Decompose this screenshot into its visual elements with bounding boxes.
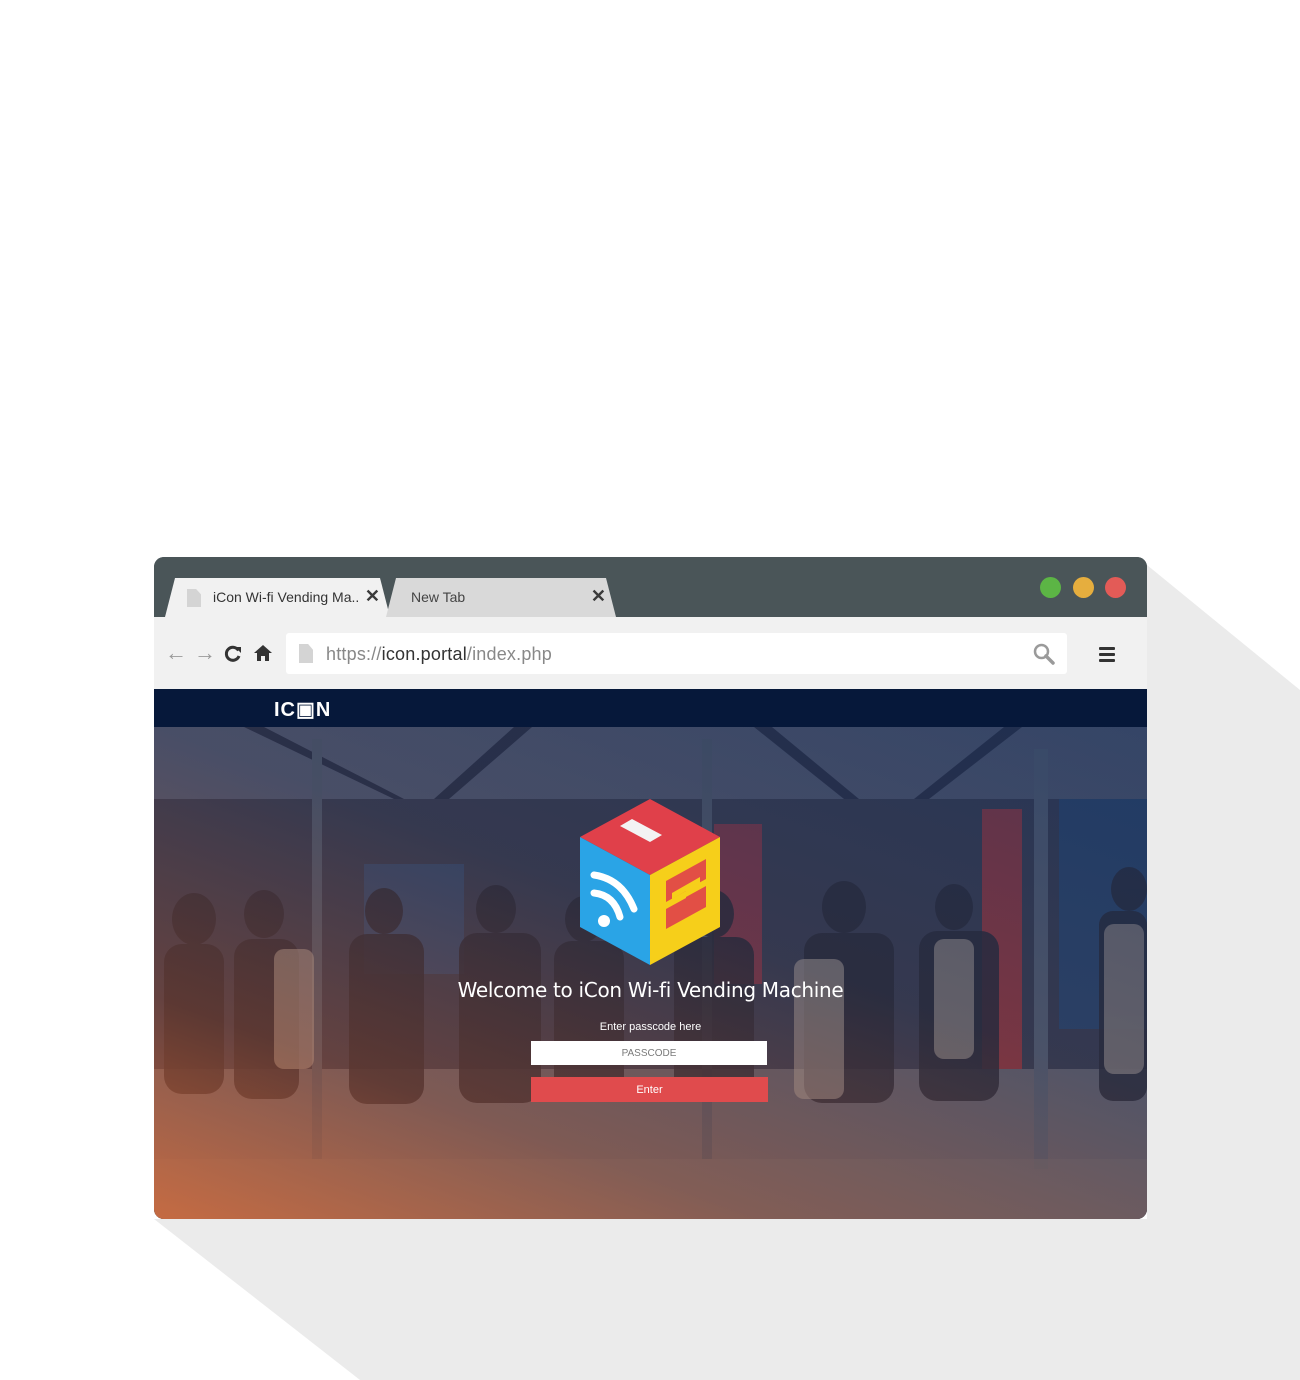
minimize-window-button[interactable]	[1073, 577, 1094, 598]
page-icon	[299, 644, 313, 663]
welcome-heading: Welcome to iCon Wi-fi Vending Machine	[457, 978, 844, 1002]
home-icon[interactable]	[253, 644, 273, 662]
forward-arrow-icon[interactable]: →	[194, 642, 216, 664]
tab-label: iCon Wi-fi Vending Ma..	[213, 589, 360, 605]
page-viewport: IC▣N Welcome to iCon Wi-fi Vending Machi…	[154, 689, 1147, 1219]
passcode-label: Enter passcode here	[599, 1021, 702, 1033]
browser-toolbar: ← → https://icon.portal/index.php	[154, 617, 1147, 689]
back-arrow-icon[interactable]: ←	[165, 642, 187, 664]
site-logo[interactable]: IC▣N	[274, 697, 331, 722]
reload-icon[interactable]	[224, 645, 242, 663]
page-icon	[187, 589, 201, 607]
hamburger-menu-icon[interactable]	[1099, 647, 1115, 665]
maximize-window-button[interactable]	[1040, 577, 1061, 598]
tab-label: New Tab	[411, 589, 466, 605]
close-tab-icon[interactable]: ✕	[365, 586, 380, 606]
icon-cube-logo	[580, 799, 720, 965]
search-icon[interactable]	[1033, 643, 1055, 665]
browser-titlebar: iCon Wi-fi Vending Ma.. ✕ New Tab ✕	[154, 557, 1147, 617]
site-header: IC▣N	[154, 689, 1147, 727]
tab-new-tab[interactable]: New Tab ✕	[386, 578, 616, 617]
close-tab-icon[interactable]: ✕	[591, 586, 606, 606]
passcode-input[interactable]	[531, 1041, 767, 1065]
tab-icon-portal[interactable]: iCon Wi-fi Vending Ma.. ✕	[165, 578, 390, 617]
url-text: https://icon.portal/index.php	[326, 644, 552, 664]
browser-window: iCon Wi-fi Vending Ma.. ✕ New Tab ✕ ← → …	[154, 557, 1147, 1219]
enter-button[interactable]: Enter	[531, 1077, 768, 1102]
address-bar[interactable]: https://icon.portal/index.php	[286, 633, 1067, 674]
close-window-button[interactable]	[1105, 577, 1126, 598]
